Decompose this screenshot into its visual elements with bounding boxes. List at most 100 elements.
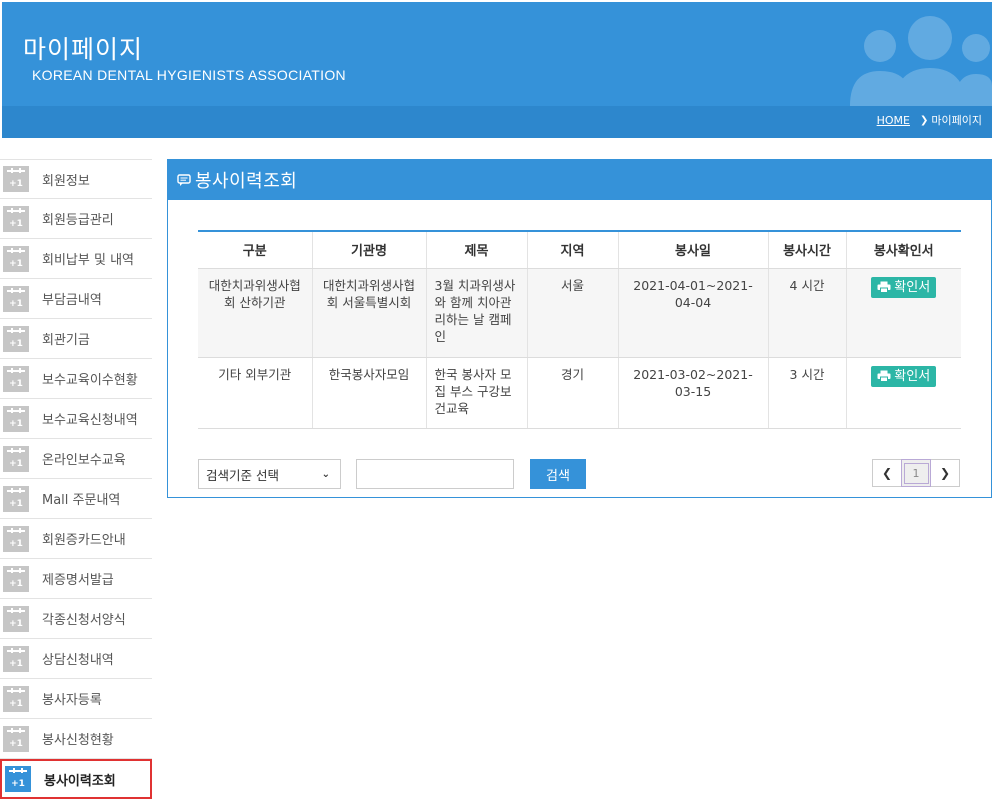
sidebar-item-label: 부담금내역 xyxy=(42,293,102,308)
panel-title: 봉사이력조회 xyxy=(195,171,298,192)
sidebar-item-label: 회원증카드안내 xyxy=(42,533,126,548)
page-number-current[interactable]: 1 xyxy=(901,459,931,487)
calendar-plus-icon: +1 xyxy=(3,166,29,192)
chevron-down-icon: ⌄ xyxy=(321,469,330,480)
prev-page-button[interactable]: ❮ xyxy=(872,459,902,487)
calendar-plus-icon: +1 xyxy=(3,685,29,712)
sidebar-item-label: 봉사이력조회 xyxy=(44,773,116,789)
cell-hours: 3 시간 xyxy=(768,357,847,429)
sidebar-item[interactable]: +1 봉사이력조회 xyxy=(0,759,152,799)
search-criteria-value: 검색기준 선택 xyxy=(206,467,279,483)
sidebar-item[interactable]: +1 회비납부 및 내역 xyxy=(0,239,152,279)
column-header-certificate: 봉사확인서 xyxy=(846,231,961,269)
sidebar-item-label: 상담신청내역 xyxy=(42,653,114,668)
certificate-button[interactable]: 확인서 xyxy=(871,365,937,387)
sidebar-item[interactable]: +1 봉사자등록 xyxy=(0,679,152,719)
table-row: 대한치과위생사협회 산하기관 대한치과위생사협회 서울특별시회 3월 치과위생사… xyxy=(198,268,961,358)
sidebar-item[interactable]: +1 보수교육신청내역 xyxy=(0,399,152,439)
calendar-plus-icon: +1 xyxy=(5,766,31,792)
sidebar-menu: +1 회원정보 +1 회원등급관리 +1 회비납부 및 내역 +1 부담금내역 +1 회관기금 +1… xyxy=(0,159,152,799)
calendar-plus-icon: +1 xyxy=(3,485,29,512)
pagination: ❮ 1 ❯ xyxy=(872,459,960,487)
sidebar-item[interactable]: +1 Mall 주문내역 xyxy=(0,479,152,519)
column-header-org: 기관명 xyxy=(312,231,427,269)
sidebar-item-label: 회관기금 xyxy=(42,333,90,348)
column-header-title: 제목 xyxy=(426,231,528,269)
sidebar-item[interactable]: +1 상담신청내역 xyxy=(0,639,152,679)
certificate-button-label: 확인서 xyxy=(894,279,931,295)
calendar-plus-icon: +1 xyxy=(3,605,29,632)
sidebar-item-label: Mall 주문내역 xyxy=(42,493,121,508)
certificate-button-label: 확인서 xyxy=(894,368,931,384)
cell-category: 기타 외부기관 xyxy=(198,357,313,429)
chevron-right-icon: ❯ xyxy=(939,466,951,480)
certificate-button[interactable]: 확인서 xyxy=(871,276,937,298)
cell-certificate: 확인서 xyxy=(846,357,961,429)
cell-title: 한국 봉사자 모집 부스 구강보건교육 xyxy=(426,357,528,429)
calendar-plus-icon: +1 xyxy=(3,205,29,232)
sidebar-item[interactable]: +1 회원정보 xyxy=(0,159,152,199)
sidebar-item-label: 각종신청서양식 xyxy=(42,613,126,628)
column-header-hours: 봉사시간 xyxy=(768,231,847,269)
sidebar-item[interactable]: +1 회원등급관리 xyxy=(0,199,152,239)
cell-region: 서울 xyxy=(527,268,619,358)
table-header-row: 구분 기관명 제목 지역 봉사일 봉사시간 봉사확인서 xyxy=(198,231,961,269)
next-page-button[interactable]: ❯ xyxy=(930,459,960,487)
chat-icon xyxy=(177,173,191,187)
sidebar-item[interactable]: +1 회원증카드안내 xyxy=(0,519,152,559)
organization-name: KOREAN DENTAL HYGIENISTS ASSOCIATION xyxy=(32,67,346,83)
table-row: 기타 외부기관 한국봉사자모임 한국 봉사자 모집 부스 구강보건교육 경기 2… xyxy=(198,357,961,429)
search-button[interactable]: 검색 xyxy=(530,459,586,489)
panel-header: 봉사이력조회 xyxy=(168,160,991,200)
search-input[interactable] xyxy=(356,459,514,489)
volunteer-history-panel: 봉사이력조회 구분 기관명 제목 지역 봉사일 봉사시간 봉사확인서 대한치과위… xyxy=(167,159,992,498)
sidebar-item-label: 보수교육신청내역 xyxy=(42,413,138,428)
breadcrumb-current-label: 마이페이지 xyxy=(931,114,982,127)
cell-org: 한국봉사자모임 xyxy=(312,357,427,429)
breadcrumb-current: ❯ 마이페이지 xyxy=(920,112,982,128)
cell-region: 경기 xyxy=(527,357,619,429)
sidebar-item[interactable]: +1 제증명서발급 xyxy=(0,559,152,599)
sidebar-item[interactable]: +1 회관기금 xyxy=(0,319,152,359)
cell-certificate: 확인서 xyxy=(846,268,961,358)
column-header-region: 지역 xyxy=(527,231,619,269)
cell-date: 2021-04-01~2021-04-04 xyxy=(618,268,769,358)
chevron-left-icon: ❮ xyxy=(881,466,893,480)
sidebar-item[interactable]: +1 온라인보수교육 xyxy=(0,439,152,479)
users-icon xyxy=(850,16,992,116)
chevron-right-icon: ❯ xyxy=(920,114,929,126)
sidebar-item-label: 봉사자등록 xyxy=(42,693,102,708)
breadcrumb: HOME ❯ 마이페이지 xyxy=(877,112,982,128)
cell-category: 대한치과위생사협회 산하기관 xyxy=(198,268,313,358)
sidebar-item[interactable]: +1 부담금내역 xyxy=(0,279,152,319)
calendar-plus-icon: +1 xyxy=(3,525,29,552)
cell-title: 3월 치과위생사와 함께 치아관리하는 날 캠페인 xyxy=(426,268,528,358)
column-header-date: 봉사일 xyxy=(618,231,769,269)
breadcrumb-home-link[interactable]: HOME xyxy=(877,114,910,127)
cell-date: 2021-03-02~2021-03-15 xyxy=(618,357,769,429)
calendar-plus-icon: +1 xyxy=(3,245,29,272)
search-criteria-select[interactable]: 검색기준 선택 ⌄ xyxy=(198,459,341,489)
sidebar-item-label: 보수교육이수현황 xyxy=(42,373,138,388)
volunteer-history-table: 구분 기관명 제목 지역 봉사일 봉사시간 봉사확인서 대한치과위생사협회 산하… xyxy=(198,230,961,429)
sidebar-item-label: 봉사신청현황 xyxy=(42,733,114,748)
cell-org: 대한치과위생사협회 서울특별시회 xyxy=(312,268,427,358)
print-icon xyxy=(877,281,891,293)
breadcrumb-bar xyxy=(2,106,992,138)
header-banner: 마이페이지 KOREAN DENTAL HYGIENISTS ASSOCIATI… xyxy=(2,2,992,138)
calendar-plus-icon: +1 xyxy=(3,405,29,432)
sidebar-item[interactable]: +1 보수교육이수현황 xyxy=(0,359,152,399)
sidebar-item-label: 온라인보수교육 xyxy=(42,453,126,468)
sidebar-item-label: 회비납부 및 내역 xyxy=(42,253,134,268)
sidebar-item-label: 회원등급관리 xyxy=(42,213,114,228)
calendar-plus-icon: +1 xyxy=(3,725,29,752)
calendar-plus-icon: +1 xyxy=(3,285,29,312)
calendar-plus-icon: +1 xyxy=(3,325,29,352)
print-icon xyxy=(877,370,891,382)
sidebar-item[interactable]: +1 봉사신청현황 xyxy=(0,719,152,759)
sidebar-item-label: 회원정보 xyxy=(42,173,90,189)
sidebar-item[interactable]: +1 각종신청서양식 xyxy=(0,599,152,639)
page-title: 마이페이지 xyxy=(23,35,144,64)
column-header-category: 구분 xyxy=(198,231,313,269)
calendar-plus-icon: +1 xyxy=(3,445,29,472)
